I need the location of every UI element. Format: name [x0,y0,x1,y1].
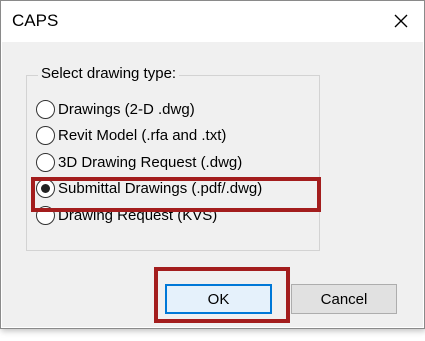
radio-label: 3D Drawing Request (.dwg) [58,153,243,171]
radio-label: Drawings (2-D .dwg) [58,100,195,118]
radio-button[interactable] [36,125,55,145]
close-icon [394,14,408,28]
window-title: CAPS [12,11,59,30]
radio-option-3d-drawing-request[interactable]: 3D Drawing Request (.dwg) [36,151,242,173]
radio-button[interactable] [36,99,55,119]
caps-dialog: CAPS Select drawing type: Drawings (2-D … [0,0,425,329]
title-bar[interactable]: CAPS [1,1,424,41]
drawing-type-group: Select drawing type: Drawings (2-D .dwg)… [26,65,320,251]
radio-option-drawings-2d[interactable]: Drawings (2-D .dwg) [36,98,195,120]
highlight-box-ok [154,267,290,323]
group-legend: Select drawing type: [38,65,180,82]
radio-button[interactable] [36,152,55,172]
highlight-box-submittal [31,177,321,212]
radio-option-revit-model[interactable]: Revit Model (.rfa and .txt) [36,124,226,146]
close-button[interactable] [386,7,416,35]
cancel-button[interactable]: Cancel [291,284,397,314]
radio-label: Revit Model (.rfa and .txt) [58,126,227,144]
